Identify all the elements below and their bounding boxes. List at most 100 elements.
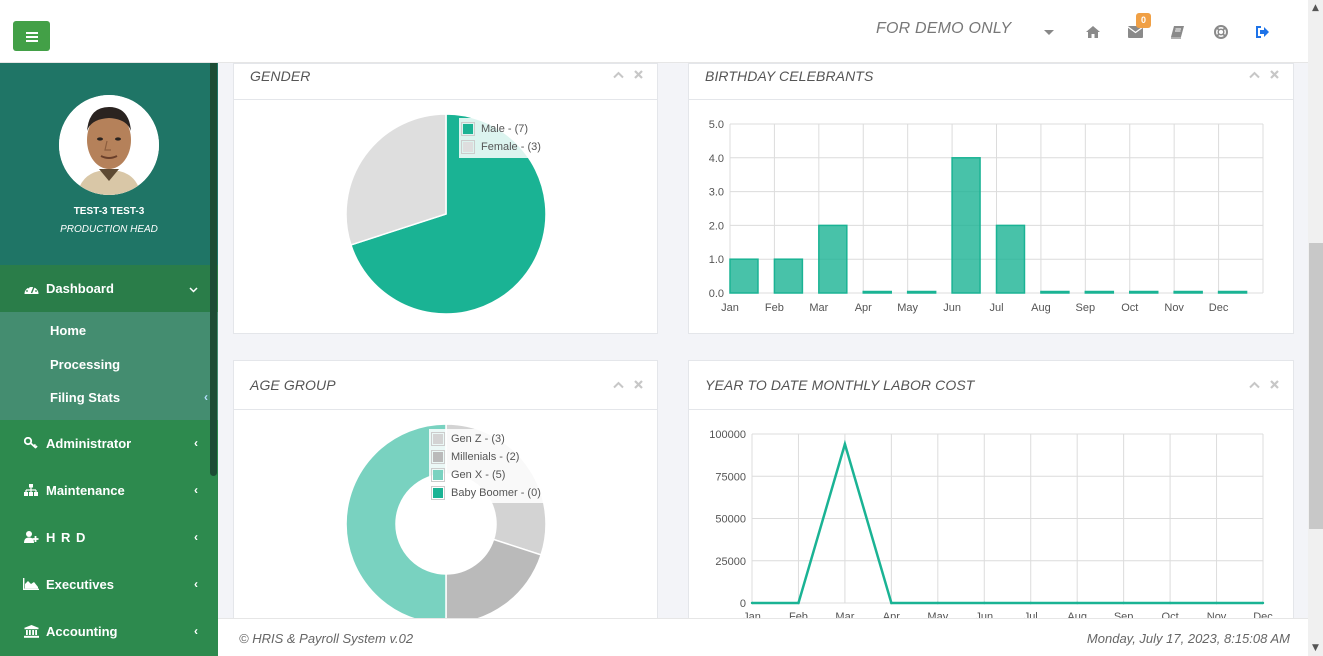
bar-sep[interactable] xyxy=(1084,290,1115,294)
sidebar-item-hrd[interactable]: H R D ‹ xyxy=(0,514,218,561)
scroll-down-arrow-icon[interactable]: ▼ xyxy=(1308,643,1323,653)
menu-toggle-button[interactable] xyxy=(13,21,50,51)
bar-apr[interactable] xyxy=(862,290,892,294)
close-icon[interactable] xyxy=(1270,68,1279,82)
company-selector-label[interactable]: FOR DEMO ONLY xyxy=(876,20,1011,38)
panel-title: AGE GROUP xyxy=(250,377,336,393)
bar-may[interactable] xyxy=(906,290,937,294)
data-point-feb[interactable] xyxy=(797,601,800,605)
data-point-aug[interactable] xyxy=(1075,601,1079,605)
sidebar-subitem-processing[interactable]: Processing xyxy=(0,348,218,382)
sidebar-item-dashboard[interactable]: Dashboard xyxy=(0,265,218,312)
x-tick-label: Mar xyxy=(809,302,828,314)
bar-aug[interactable] xyxy=(1040,290,1070,294)
close-icon[interactable] xyxy=(634,378,643,392)
sidebar-item-accounting[interactable]: Accounting ‹ xyxy=(0,608,218,655)
x-tick-label: Jun xyxy=(943,302,961,314)
legend-item: Gen X - (5) xyxy=(431,466,541,484)
sidebar-scrollbar[interactable] xyxy=(210,63,217,476)
data-point-jun[interactable] xyxy=(983,601,986,605)
chevron-left-icon: ‹ xyxy=(194,483,198,497)
legend-label: Millenials - (2) xyxy=(451,451,520,463)
y-tick-label: 2.0 xyxy=(709,220,724,232)
sidebar-item-label: H R D xyxy=(46,529,87,545)
panel-header: YEAR TO DATE MONTHLY LABOR COST xyxy=(689,361,1293,410)
bar-nov[interactable] xyxy=(1173,290,1203,294)
x-tick-label: Oct xyxy=(1121,302,1138,314)
tachometer-icon xyxy=(23,282,39,296)
collapse-icon[interactable] xyxy=(613,378,624,392)
footer: © HRIS & Payroll System v.02 Monday, Jul… xyxy=(218,618,1308,656)
data-point-sep[interactable] xyxy=(1122,601,1125,605)
labor-cost-panel: YEAR TO DATE MONTHLY LABOR COST 0 25000 50… xyxy=(688,360,1294,630)
legend-label: Gen X - (5) xyxy=(451,469,506,481)
chevron-left-icon: ‹ xyxy=(204,390,208,404)
birthday-bar-chart: 0.0 1.0 2.0 3.0 4.0 5.0 Jan Feb Mar Apr May Jun Jul A… xyxy=(709,119,1264,314)
legend-swatch xyxy=(461,122,475,136)
gender-pie-chart xyxy=(345,113,547,315)
caret-down-icon[interactable] xyxy=(1044,30,1054,35)
panel-header: BIRTHDAY CELEBRANTS xyxy=(689,64,1293,100)
data-point-mar[interactable] xyxy=(843,442,847,446)
bar-feb[interactable] xyxy=(773,258,804,294)
close-icon[interactable] xyxy=(1270,378,1279,392)
life-ring-icon[interactable] xyxy=(1212,23,1230,41)
scroll-up-arrow-icon[interactable]: ▲ xyxy=(1308,3,1323,13)
bar-jun[interactable] xyxy=(951,157,981,294)
home-icon[interactable] xyxy=(1084,23,1102,41)
bar-mar[interactable] xyxy=(818,224,848,294)
footer-datetime: Monday, July 17, 2023, 8:15:08 AM xyxy=(1086,631,1290,646)
chevron-left-icon: ‹ xyxy=(194,436,198,450)
close-icon[interactable] xyxy=(634,68,643,82)
x-tick-label: May xyxy=(897,302,918,314)
y-tick-label: 5.0 xyxy=(709,119,724,131)
avatar[interactable] xyxy=(59,95,159,195)
y-tick-label: 0 xyxy=(740,598,746,610)
collapse-icon[interactable] xyxy=(613,68,624,82)
legend-item: Gen Z - (3) xyxy=(431,430,541,448)
bar-dec[interactable] xyxy=(1217,290,1248,294)
legend-swatch xyxy=(431,450,445,464)
sidebar-subitem-label: Processing xyxy=(50,356,121,372)
copyright-text: © HRIS & Payroll System v.02 xyxy=(239,631,414,646)
top-navbar: FOR DEMO ONLY 0 xyxy=(0,0,1308,63)
data-point-dec[interactable] xyxy=(1261,601,1265,605)
data-point-may[interactable] xyxy=(936,601,940,605)
book-icon[interactable] xyxy=(1168,23,1186,41)
scrollbar-thumb[interactable] xyxy=(1309,243,1323,529)
collapse-icon[interactable] xyxy=(1249,378,1260,392)
y-tick-label: 3.0 xyxy=(709,187,724,199)
y-tick-label: 1.0 xyxy=(709,254,724,266)
page-scrollbar[interactable]: ▲ ▼ xyxy=(1308,0,1323,656)
legend-item: Female - (3) xyxy=(461,138,541,156)
data-point-jul[interactable] xyxy=(1029,601,1032,605)
bar-oct[interactable] xyxy=(1129,290,1159,294)
legend-label: Gen Z - (3) xyxy=(451,433,505,445)
data-point-jan[interactable] xyxy=(750,601,754,605)
user-name: TEST-3 TEST-3 xyxy=(73,206,145,217)
sidebar-item-label: Administrator xyxy=(46,435,132,451)
user-role: PRODUCTION HEAD xyxy=(60,224,158,235)
x-tick-label: Apr xyxy=(855,302,872,314)
sidebar-item-label: Maintenance xyxy=(46,482,125,498)
sidebar-item-executives[interactable]: Executives ‹ xyxy=(0,561,218,608)
sidebar-subitem-filing-stats[interactable]: Filing Stats ‹ xyxy=(0,381,218,415)
pie-slice-millenials[interactable] xyxy=(445,538,543,625)
bar-jul[interactable] xyxy=(995,224,1026,294)
panel-title: BIRTHDAY CELEBRANTS xyxy=(705,68,874,84)
panel-title: GENDER xyxy=(250,68,311,84)
data-point-nov[interactable] xyxy=(1215,601,1218,605)
sidebar-subitem-label: Filing Stats xyxy=(50,390,121,405)
legend-swatch xyxy=(431,486,445,500)
sidebar-item-administrator[interactable]: Administrator ‹ xyxy=(0,420,218,467)
chevron-left-icon: ‹ xyxy=(194,577,198,591)
bar-jan[interactable] xyxy=(729,258,759,294)
data-point-apr[interactable] xyxy=(890,601,893,605)
labor-cost-line[interactable] xyxy=(752,439,1263,605)
data-point-oct[interactable] xyxy=(1168,601,1172,605)
sign-out-icon[interactable] xyxy=(1254,23,1272,41)
area-chart-icon xyxy=(23,577,39,591)
sidebar-item-maintenance[interactable]: Maintenance ‹ xyxy=(0,467,218,514)
sidebar-subitem-home[interactable]: Home xyxy=(0,314,218,348)
collapse-icon[interactable] xyxy=(1249,68,1260,82)
